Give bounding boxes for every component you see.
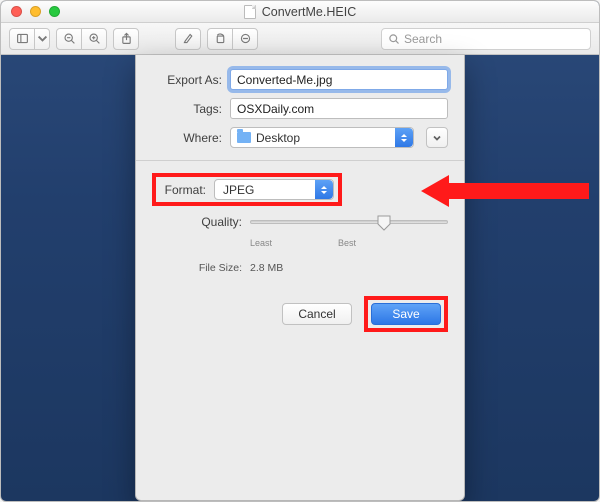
toolbar: Search	[1, 23, 599, 55]
quality-slider[interactable]	[250, 212, 448, 232]
zoom-segment	[56, 28, 107, 50]
dialog-buttons: Cancel Save	[152, 296, 448, 332]
quality-label: Quality:	[152, 215, 242, 229]
markup-toolbar-button[interactable]	[232, 28, 258, 50]
quality-min-label: Least	[250, 238, 272, 248]
filesize-value: 2.8 MB	[250, 262, 283, 274]
cancel-button[interactable]: Cancel	[282, 303, 352, 325]
search-field[interactable]: Search	[381, 28, 591, 50]
search-icon	[388, 33, 400, 45]
export-sheet: Export As: Converted-Me.jpg Tags: OSXDai…	[135, 55, 465, 501]
zoom-out-button[interactable]	[56, 28, 82, 50]
window-title-text: ConvertMe.HEIC	[262, 5, 356, 19]
format-highlight-annotation: Format: JPEG	[152, 173, 342, 206]
format-select[interactable]: JPEG	[214, 179, 334, 200]
format-label: Format:	[160, 183, 206, 197]
folder-icon	[237, 132, 251, 143]
view-dropdown-button[interactable]	[34, 28, 50, 50]
tags-label: Tags:	[152, 102, 222, 116]
save-button-label: Save	[392, 307, 419, 321]
expand-browse-button[interactable]	[426, 127, 448, 148]
save-button[interactable]: Save	[371, 303, 441, 325]
slider-knob[interactable]	[377, 215, 391, 231]
tags-field[interactable]: OSXDaily.com	[230, 98, 448, 119]
quality-tick-labels: Least Best	[250, 238, 356, 248]
zoom-in-button[interactable]	[81, 28, 107, 50]
quality-max-label: Best	[338, 238, 356, 248]
content-area: Export As: Converted-Me.jpg Tags: OSXDai…	[1, 55, 599, 501]
divider	[136, 160, 464, 161]
export-as-label: Export As:	[152, 73, 222, 87]
where-value: Desktop	[256, 131, 300, 145]
where-select[interactable]: Desktop	[230, 127, 414, 148]
chevron-updown-icon	[395, 128, 413, 147]
cancel-button-label: Cancel	[298, 307, 335, 321]
format-value: JPEG	[223, 183, 254, 197]
export-as-field[interactable]: Converted-Me.jpg	[230, 69, 448, 90]
filesize-label: File Size:	[152, 262, 242, 274]
save-highlight-annotation: Save	[364, 296, 448, 332]
chevron-updown-icon	[315, 180, 333, 199]
markup-highlight-button[interactable]	[175, 28, 201, 50]
sidebar-view-button[interactable]	[9, 28, 35, 50]
markup-segment	[207, 28, 258, 50]
titlebar: ConvertMe.HEIC	[1, 1, 599, 23]
where-label: Where:	[152, 131, 222, 145]
rotate-button[interactable]	[207, 28, 233, 50]
share-button[interactable]	[113, 28, 139, 50]
preview-window: ConvertMe.HEIC	[0, 0, 600, 502]
slider-track	[250, 220, 448, 224]
window-title: ConvertMe.HEIC	[1, 5, 599, 19]
view-segment	[9, 28, 50, 50]
export-as-value: Converted-Me.jpg	[237, 73, 332, 87]
document-icon	[244, 5, 256, 19]
search-placeholder: Search	[404, 32, 442, 46]
tags-value: OSXDaily.com	[237, 102, 314, 116]
